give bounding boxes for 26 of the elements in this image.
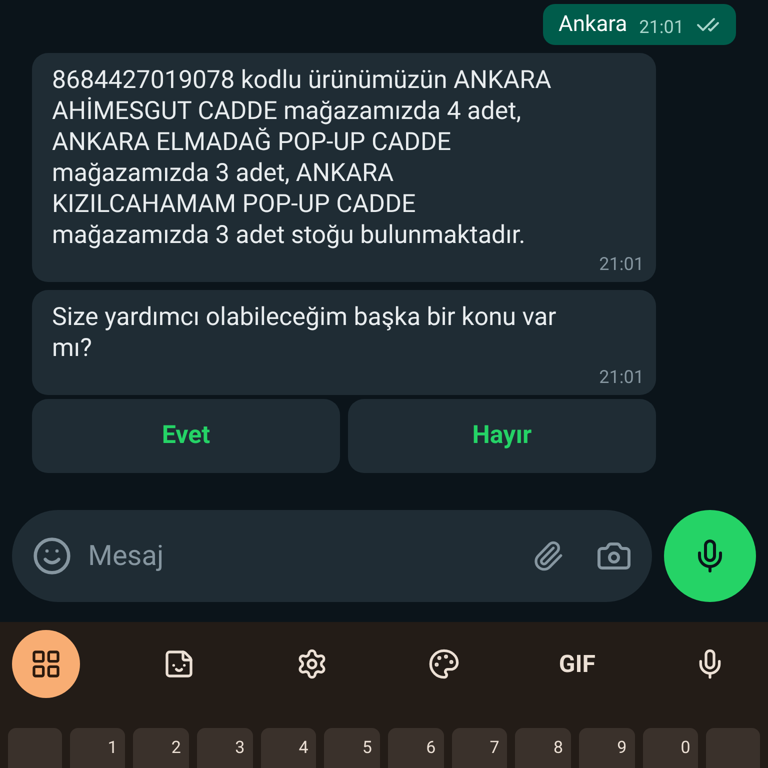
quick-reply-button[interactable]: Evet xyxy=(32,399,340,473)
palette-icon xyxy=(428,648,460,680)
message-text: 8684427019078 kodlu ürünümüzün ANKARA AHİMESGUT CADDE mağazamızda 4 adet, ANKARA ELMADAĞ POP-UP CADDE mağazamızda 3 adet, ANKARA KIZILCAHAMAM POP-UP CADDE mağazamızda 3 adet stoğu bulunmaktadır. xyxy=(52,65,552,251)
message-input[interactable]: Mesaj xyxy=(12,510,652,602)
attach-icon[interactable] xyxy=(532,540,564,572)
message-time: 21:01 xyxy=(599,366,644,390)
message-time: 21:01 xyxy=(639,16,684,40)
number-key[interactable]: 6 xyxy=(388,728,444,768)
message-time: 21:01 xyxy=(599,253,644,277)
number-key[interactable]: 8 xyxy=(515,728,571,768)
number-key[interactable]: 9 xyxy=(579,728,635,768)
message-text: Size yardımcı olabileceğim başka bir konu var mı? xyxy=(52,302,558,364)
number-key[interactable]: 1 xyxy=(70,728,126,768)
message-text: Ankara xyxy=(558,11,628,39)
number-key[interactable]: 3 xyxy=(196,728,253,768)
number-key[interactable]: 0 xyxy=(642,728,698,768)
quick-reply-button[interactable]: Hayır xyxy=(348,399,656,473)
number-key[interactable]: 4 xyxy=(260,728,316,768)
emoji-icon[interactable] xyxy=(32,536,72,576)
number-key[interactable]: 5 xyxy=(324,728,380,768)
gif-button[interactable]: GIF xyxy=(543,630,612,698)
message-field[interactable]: Mesaj xyxy=(88,535,516,577)
number-key[interactable]: 7 xyxy=(452,728,508,768)
number-key[interactable]: 2 xyxy=(133,728,189,768)
grid-icon xyxy=(30,648,62,680)
sticker-icon xyxy=(162,648,195,680)
